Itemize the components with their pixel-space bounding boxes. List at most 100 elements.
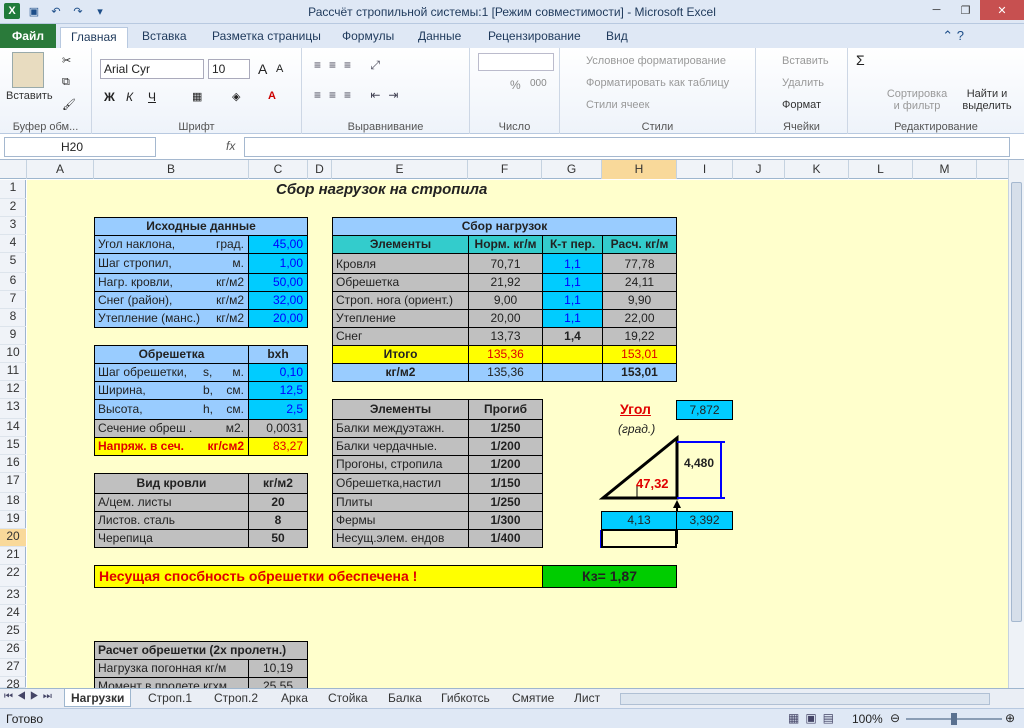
row-header[interactable]: 17 bbox=[0, 473, 26, 493]
tab-review[interactable]: Рецензирование bbox=[488, 27, 581, 48]
column-header[interactable]: L bbox=[849, 160, 913, 179]
loads-coef[interactable]: 1,1 bbox=[542, 273, 603, 292]
sheet-nav-arrows-icon[interactable]: ⏮◀▶⏭ bbox=[4, 691, 56, 702]
initial-value[interactable]: 20,00 bbox=[248, 309, 308, 328]
horizontal-scrollbar[interactable] bbox=[620, 693, 990, 705]
column-header[interactable]: I bbox=[677, 160, 733, 179]
grow-font-button[interactable]: A bbox=[258, 61, 267, 77]
lath-value[interactable]: 0,10 bbox=[248, 363, 308, 382]
row-header[interactable]: 4 bbox=[0, 235, 26, 253]
tab-insert[interactable]: Вставка bbox=[142, 27, 187, 48]
row-header[interactable]: 26 bbox=[0, 641, 26, 659]
select-all-corner[interactable] bbox=[0, 160, 27, 179]
shrink-font-button[interactable]: A bbox=[276, 63, 283, 75]
cond-format-button[interactable]: Условное форматирование bbox=[586, 55, 726, 67]
row-header[interactable]: 24 bbox=[0, 605, 26, 623]
row-header[interactable]: 8 bbox=[0, 309, 26, 327]
borders-icon[interactable]: ▦ bbox=[192, 90, 202, 103]
scroll-thumb[interactable] bbox=[1011, 182, 1022, 622]
initial-value[interactable]: 32,00 bbox=[248, 291, 308, 310]
row-header[interactable]: 2 bbox=[0, 199, 26, 217]
vertical-scrollbar[interactable] bbox=[1008, 160, 1024, 688]
column-header[interactable]: M bbox=[913, 160, 977, 179]
zoom-level[interactable]: 100% bbox=[852, 712, 883, 726]
column-header[interactable]: D bbox=[308, 160, 332, 179]
column-header[interactable]: H bbox=[602, 160, 677, 179]
sheet-tab-active[interactable]: Нагрузки bbox=[64, 689, 132, 707]
sheet-tab[interactable]: Гибкотсь bbox=[441, 689, 490, 707]
sheet-tab[interactable]: Смятие bbox=[512, 689, 554, 707]
row-header[interactable]: 12 bbox=[0, 381, 26, 399]
autosum-icon[interactable]: Σ bbox=[856, 52, 865, 68]
sheet-tab[interactable]: Строп.2 bbox=[214, 689, 258, 707]
row-header[interactable]: 3 bbox=[0, 217, 26, 235]
row-header[interactable]: 6 bbox=[0, 273, 26, 291]
row-header[interactable]: 1 bbox=[0, 180, 26, 199]
tab-file[interactable]: Файл bbox=[0, 24, 56, 48]
tab-page-layout[interactable]: Разметка страницы bbox=[212, 27, 321, 48]
tab-view[interactable]: Вид bbox=[606, 27, 628, 48]
column-header[interactable]: J bbox=[733, 160, 785, 179]
sheet-tab[interactable]: Стойка bbox=[328, 689, 368, 707]
close-button[interactable]: ✕ bbox=[980, 0, 1024, 20]
font-name-select[interactable]: Arial Cyr bbox=[100, 59, 204, 79]
font-size-select[interactable]: 10 bbox=[208, 59, 250, 79]
loads-coef[interactable]: 1,1 bbox=[542, 309, 603, 328]
row-header[interactable]: 27 bbox=[0, 659, 26, 677]
row-header[interactable]: 21 bbox=[0, 547, 26, 565]
thousands-button[interactable]: 000 bbox=[530, 78, 547, 89]
view-buttons-icon[interactable]: ▦▣▤ bbox=[788, 711, 840, 725]
underline-button[interactable]: Ч bbox=[148, 90, 156, 104]
column-header[interactable]: C bbox=[249, 160, 308, 179]
zoom-in-icon[interactable]: ⊕ bbox=[1005, 711, 1015, 725]
lath-value[interactable]: 12,5 bbox=[248, 381, 308, 400]
column-header[interactable]: A bbox=[27, 160, 94, 179]
row-header[interactable]: 13 bbox=[0, 399, 26, 419]
format-painter-icon[interactable]: 🖌 bbox=[62, 98, 76, 111]
vertical-align-icons[interactable]: ≡≡≡ ⤢ bbox=[314, 58, 388, 73]
row-header[interactable]: 20 bbox=[0, 529, 26, 547]
sort-filter-button[interactable]: Сортировка и фильтр bbox=[884, 88, 950, 112]
tab-formulas[interactable]: Формулы bbox=[342, 27, 394, 48]
column-header[interactable]: K bbox=[785, 160, 849, 179]
row-header[interactable]: 19 bbox=[0, 511, 26, 529]
row-header[interactable]: 16 bbox=[0, 455, 26, 473]
sheet-tab[interactable]: Строп.1 bbox=[148, 689, 192, 707]
column-header[interactable]: E bbox=[332, 160, 468, 179]
initial-value[interactable]: 45,00 bbox=[248, 235, 308, 254]
sheet-tab[interactable]: Арка bbox=[281, 689, 308, 707]
column-header[interactable]: B bbox=[94, 160, 249, 179]
column-header[interactable]: F bbox=[468, 160, 542, 179]
loads-coef[interactable]: 1,1 bbox=[542, 253, 603, 274]
loads-coef[interactable]: 1,1 bbox=[542, 291, 603, 310]
row-header[interactable]: 5 bbox=[0, 253, 26, 273]
horizontal-align-icons[interactable]: ≡≡≡ ⇤⇥ bbox=[314, 88, 406, 102]
minimize-button[interactable]: ─ bbox=[922, 0, 951, 20]
format-table-button[interactable]: Форматировать как таблицу bbox=[586, 77, 729, 89]
help-icon[interactable]: ⌃ ? bbox=[942, 28, 964, 44]
formula-input[interactable] bbox=[244, 137, 1010, 157]
row-header[interactable]: 25 bbox=[0, 623, 26, 641]
find-select-button[interactable]: Найти и выделить bbox=[954, 88, 1020, 112]
row-header[interactable]: 11 bbox=[0, 363, 26, 381]
insert-function-button[interactable]: fx bbox=[226, 139, 235, 153]
insert-cells-button[interactable]: Вставить bbox=[782, 55, 829, 67]
bold-button[interactable]: Ж bbox=[104, 90, 115, 104]
delete-cells-button[interactable]: Удалить bbox=[782, 77, 824, 89]
number-format-select[interactable] bbox=[478, 53, 554, 71]
maximize-button[interactable]: ❐ bbox=[951, 0, 980, 20]
row-header[interactable]: 10 bbox=[0, 345, 26, 363]
row-header[interactable]: 22 bbox=[0, 565, 26, 587]
cut-icon[interactable]: ✂ bbox=[62, 54, 71, 67]
sheet-tab[interactable]: Лист bbox=[574, 689, 600, 707]
paste-icon[interactable] bbox=[12, 52, 44, 88]
column-header[interactable]: G bbox=[542, 160, 602, 179]
lath-value[interactable]: 2,5 bbox=[248, 399, 308, 420]
initial-value[interactable]: 50,00 bbox=[248, 273, 308, 292]
fill-color-icon[interactable]: ◈ bbox=[232, 90, 240, 103]
worksheet-grid[interactable]: Сбор нагрузок на стропила Исходные данны… bbox=[27, 180, 1008, 688]
tab-data[interactable]: Данные bbox=[418, 27, 461, 48]
cell-styles-button[interactable]: Стили ячеек bbox=[586, 99, 649, 111]
italic-button[interactable]: К bbox=[126, 90, 133, 104]
row-header[interactable]: 15 bbox=[0, 437, 26, 455]
